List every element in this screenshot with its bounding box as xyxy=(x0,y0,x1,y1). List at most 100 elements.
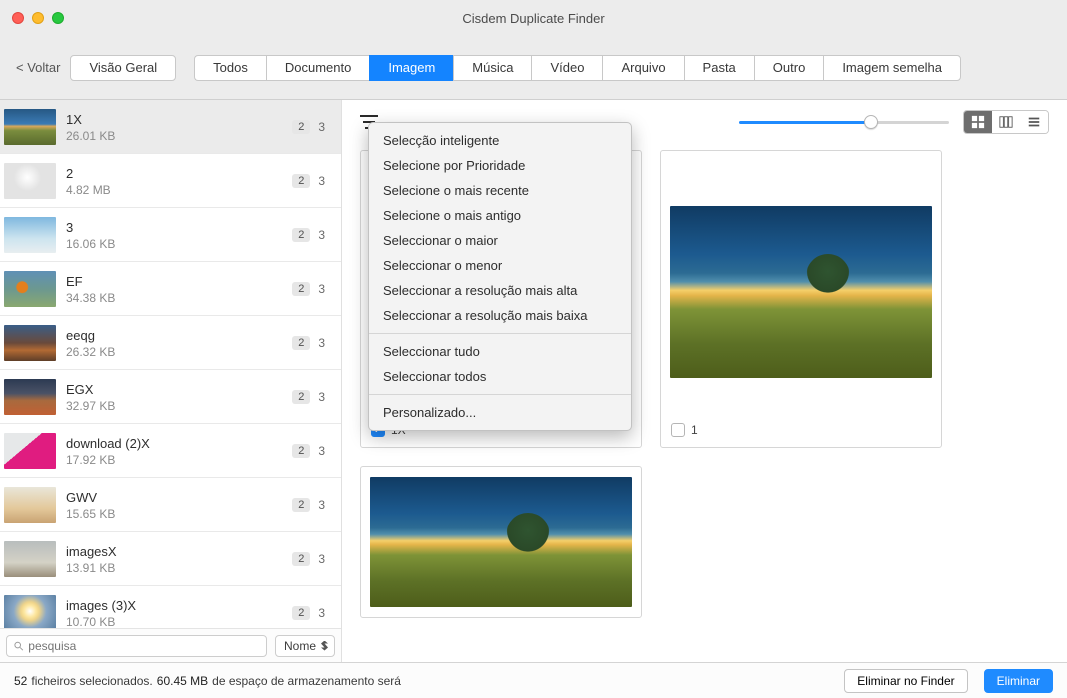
selected-badge: 2 xyxy=(292,120,310,134)
slider-knob[interactable] xyxy=(864,115,878,129)
tab-folder[interactable]: Pasta xyxy=(684,55,754,81)
list-item-counts: 2 3 xyxy=(292,390,331,404)
selection-menu[interactable]: Selecção inteligenteSelecione por Priori… xyxy=(368,122,632,431)
zoom-icon[interactable] xyxy=(52,12,64,24)
menu-item[interactable]: Seleccionar o maior xyxy=(369,228,631,253)
thumbnail xyxy=(0,532,60,586)
remove-in-finder-button[interactable]: Eliminar no Finder xyxy=(844,669,967,693)
preview-card[interactable] xyxy=(360,466,642,618)
list-item-counts: 2 3 xyxy=(292,282,331,296)
tab-document[interactable]: Documento xyxy=(266,55,369,81)
list-item-counts: 2 3 xyxy=(292,120,331,134)
thumbnail xyxy=(0,586,60,629)
list-item[interactable]: 1X 26.01 KB 2 3 xyxy=(0,100,341,154)
search-input[interactable] xyxy=(6,635,267,657)
list-item-name: EF xyxy=(66,273,292,291)
list-item-name: eeqg xyxy=(66,327,292,345)
list-item-name: imagesX xyxy=(66,543,292,561)
toolbar: < Voltar Visão Geral Todos Documento Ima… xyxy=(0,36,1067,100)
thumbnail xyxy=(0,424,60,478)
menu-item[interactable]: Seleccionar a resolução mais baixa xyxy=(369,303,631,328)
card-checkbox[interactable] xyxy=(671,423,685,437)
titlebar: Cisdem Duplicate Finder xyxy=(0,0,1067,36)
thumbnail xyxy=(0,316,60,370)
list-item[interactable]: download (2)X 17.92 KB 2 3 xyxy=(0,424,341,478)
menu-item[interactable]: Seleccionar o menor xyxy=(369,253,631,278)
tab-group: Todos Documento Imagem Música Vídeo Arqu… xyxy=(194,55,961,81)
view-grid-icon[interactable] xyxy=(964,111,992,133)
tab-music[interactable]: Música xyxy=(453,55,531,81)
list-item[interactable]: EGX 32.97 KB 2 3 xyxy=(0,370,341,424)
back-button[interactable]: < Voltar xyxy=(14,56,62,79)
view-mode-group xyxy=(963,110,1049,134)
view-list-icon[interactable] xyxy=(1020,111,1048,133)
menu-item[interactable]: Personalizado... xyxy=(369,400,631,425)
duplicate-list[interactable]: 1X 26.01 KB 2 3 2 4.82 MB 2 3 3 16.06 KB… xyxy=(0,100,341,628)
list-item-counts: 2 3 xyxy=(292,552,331,566)
sidebar: 1X 26.01 KB 2 3 2 4.82 MB 2 3 3 16.06 KB… xyxy=(0,100,342,662)
list-item[interactable]: EF 34.38 KB 2 3 xyxy=(0,262,341,316)
list-item-name: 1X xyxy=(66,111,292,129)
list-item-name: 3 xyxy=(66,219,292,237)
menu-item[interactable]: Selecione por Prioridade xyxy=(369,153,631,178)
menu-separator xyxy=(369,333,631,334)
selected-badge: 2 xyxy=(292,282,310,296)
list-item-size: 26.32 KB xyxy=(66,345,292,359)
minimize-icon[interactable] xyxy=(32,12,44,24)
tab-overview[interactable]: Visão Geral xyxy=(70,55,176,81)
list-item-text: images (3)X 10.70 KB xyxy=(60,597,292,629)
list-item[interactable]: GWV 15.65 KB 2 3 xyxy=(0,478,341,532)
thumbnail xyxy=(0,262,60,316)
total-count: 3 xyxy=(318,174,325,188)
menu-item[interactable]: Seleccionar tudo xyxy=(369,339,631,364)
list-item-size: 32.97 KB xyxy=(66,399,292,413)
list-item[interactable]: eeqg 26.32 KB 2 3 xyxy=(0,316,341,370)
preview-card[interactable]: 1 xyxy=(660,150,942,448)
selected-badge: 2 xyxy=(292,174,310,188)
close-icon[interactable] xyxy=(12,12,24,24)
tab-all[interactable]: Todos xyxy=(194,55,266,81)
total-count: 3 xyxy=(318,606,325,620)
list-item-name: download (2)X xyxy=(66,435,292,453)
view-columns-icon[interactable] xyxy=(992,111,1020,133)
list-item-counts: 2 3 xyxy=(292,174,331,188)
tab-video[interactable]: Vídeo xyxy=(531,55,602,81)
remove-button[interactable]: Eliminar xyxy=(984,669,1053,693)
menu-item[interactable]: Seleccionar todos xyxy=(369,364,631,389)
tab-image[interactable]: Imagem xyxy=(369,55,453,81)
menu-item[interactable]: Selecção inteligente xyxy=(369,128,631,153)
list-item[interactable]: imagesX 13.91 KB 2 3 xyxy=(0,532,341,586)
list-item[interactable]: images (3)X 10.70 KB 2 3 xyxy=(0,586,341,628)
list-item-size: 16.06 KB xyxy=(66,237,292,251)
list-item-text: 3 16.06 KB xyxy=(60,219,292,251)
list-item-counts: 2 3 xyxy=(292,228,331,242)
sort-select[interactable]: Nome xyxy=(275,635,335,657)
list-item[interactable]: 2 4.82 MB 2 3 xyxy=(0,154,341,208)
list-item-text: EF 34.38 KB xyxy=(60,273,292,305)
list-item-size: 4.82 MB xyxy=(66,183,292,197)
tab-archive[interactable]: Arquivo xyxy=(602,55,683,81)
menu-item[interactable]: Selecione o mais antigo xyxy=(369,203,631,228)
list-item-counts: 2 3 xyxy=(292,444,331,458)
search-icon xyxy=(13,640,24,652)
search-field[interactable] xyxy=(28,639,260,653)
footer: 52 ficheiros selecionados. 60.45 MB de e… xyxy=(0,662,1067,698)
card-label: 1 xyxy=(691,423,698,437)
list-item-counts: 2 3 xyxy=(292,606,331,620)
selected-size-suffix: de espaço de armazenamento será xyxy=(212,674,401,688)
thumbnail-size-slider[interactable] xyxy=(739,121,949,124)
selected-badge: 2 xyxy=(292,444,310,458)
sort-label: Nome xyxy=(284,639,316,653)
list-item-name: EGX xyxy=(66,381,292,399)
main-toolbar-right xyxy=(739,110,1049,134)
tab-other[interactable]: Outro xyxy=(754,55,824,81)
list-item[interactable]: 3 16.06 KB 2 3 xyxy=(0,208,341,262)
total-count: 3 xyxy=(318,552,325,566)
sidebar-bottom: Nome xyxy=(0,628,341,662)
list-item-counts: 2 3 xyxy=(292,336,331,350)
menu-item[interactable]: Selecione o mais recente xyxy=(369,178,631,203)
list-item-name: GWV xyxy=(66,489,292,507)
menu-item[interactable]: Seleccionar a resolução mais alta xyxy=(369,278,631,303)
preview-image xyxy=(370,477,632,607)
tab-similar-image[interactable]: Imagem semelha xyxy=(823,55,961,81)
